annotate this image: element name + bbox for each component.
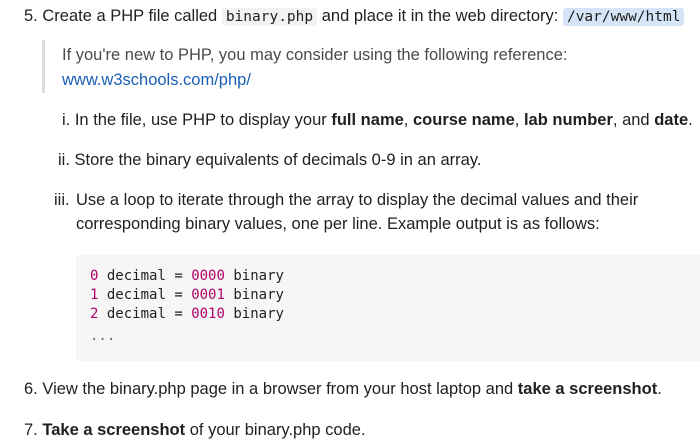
item-6: 6. View the binary.php page in a browser… — [24, 380, 662, 399]
filename-code: binary.php — [221, 8, 318, 26]
sub-item-ii: ii. Store the binary equivalents of deci… — [58, 151, 481, 170]
sub-item-ii-text: Store the binary equivalents of decimals… — [74, 151, 482, 169]
sep-2: , — [514, 111, 520, 129]
item-7-number: 7. — [24, 421, 38, 439]
code-decimal: 2 — [90, 306, 99, 322]
bold-full-name: full name — [331, 111, 404, 129]
reference-link[interactable]: www.w3schools.com/php/ — [62, 71, 251, 90]
code-block: 0 decimal = 0000 binary 1 decimal = 0001… — [76, 255, 700, 361]
code-word: binary — [233, 306, 284, 322]
end-period: . — [688, 111, 693, 129]
sub-item-iii-line1: Use a loop to iterate through the array … — [76, 191, 639, 209]
item-5-text-before: Create a PHP file called — [42, 7, 218, 25]
code-word: decimal — [106, 268, 166, 284]
item-5-number: 5. — [24, 7, 38, 25]
sub-item-iii-line2: corresponding binary values, one per lin… — [76, 215, 600, 233]
sub-item-iii-marker: iii. — [54, 191, 70, 209]
code-word: binary — [233, 268, 284, 284]
code-binary: 0010 — [191, 306, 225, 322]
code-word: decimal — [106, 287, 166, 303]
code-word: decimal — [106, 306, 166, 322]
sep-3: , and — [612, 111, 650, 129]
item-6-text: View the binary.php page in a browser fr… — [42, 380, 514, 398]
code-line: 0 decimal = 0000 binary — [90, 268, 284, 284]
item-6-bold: take a screenshot — [517, 380, 658, 398]
code-ellipsis: ... — [90, 328, 116, 344]
code-binary: 0001 — [191, 287, 225, 303]
code-equals: = — [174, 306, 183, 322]
sep-1: , — [403, 111, 409, 129]
code-decimal: 0 — [90, 268, 99, 284]
reference-text: If you're new to PHP, you may consider u… — [62, 46, 568, 64]
sub-item-i: i. In the file, use PHP to display your … — [62, 111, 693, 130]
item-7: 7. Take a screenshot of your binary.php … — [24, 421, 366, 440]
sub-item-ii-marker: ii. — [58, 151, 70, 169]
item-5: 5. Create a PHP file called binary.php a… — [24, 7, 685, 26]
item-6-end: . — [657, 380, 662, 398]
bold-date: date — [654, 111, 689, 129]
item-7-text: of your binary.php code. — [189, 421, 366, 439]
directory-code: /var/www/html — [562, 8, 685, 26]
code-decimal: 1 — [90, 287, 99, 303]
code-word: binary — [233, 287, 284, 303]
item-5-text-middle: and place it in the web directory: — [321, 7, 559, 25]
code-line: 1 decimal = 0001 binary — [90, 287, 284, 303]
blockquote-bar — [42, 40, 45, 93]
item-7-bold: Take a screenshot — [42, 421, 186, 439]
code-equals: = — [174, 268, 183, 284]
item-6-number: 6. — [24, 380, 38, 398]
code-binary: 0000 — [191, 268, 225, 284]
code-equals: = — [174, 287, 183, 303]
sub-item-i-text: In the file, use PHP to display your — [74, 111, 327, 129]
sub-item-i-marker: i. — [62, 111, 71, 129]
code-line: 2 decimal = 0010 binary — [90, 306, 284, 322]
bold-course-name: course name — [412, 111, 515, 129]
bold-lab-number: lab number — [523, 111, 613, 129]
